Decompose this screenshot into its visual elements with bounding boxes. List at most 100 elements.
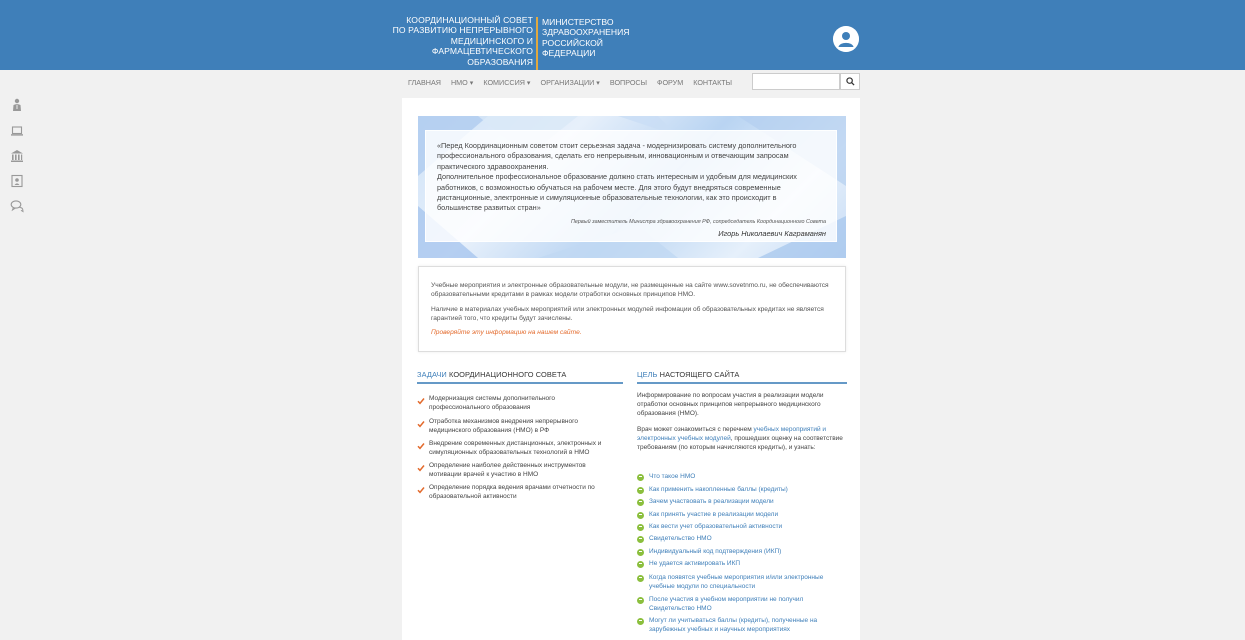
goal-title-rest: НАСТОЯЩЕГО САЙТА bbox=[657, 370, 740, 379]
arrow-bullet-icon bbox=[637, 524, 644, 531]
quote-banner: «Перед Координационным советом стоит сер… bbox=[418, 116, 846, 258]
task-text: Отработка механизмов внедрения непрерывн… bbox=[429, 418, 578, 434]
faq-link-text: Зачем участвовать в реализации модели bbox=[649, 498, 774, 505]
nav-item-organizations[interactable]: ОРГАНИЗАЦИИ ▾ bbox=[541, 78, 600, 87]
search-icon bbox=[845, 77, 855, 86]
faq-link[interactable]: Свидетельство НМО bbox=[637, 535, 849, 544]
checkmark-icon bbox=[417, 420, 425, 428]
faq-link[interactable]: Не удается активировать ИКП bbox=[637, 560, 849, 569]
arrow-bullet-icon bbox=[637, 499, 644, 506]
arrow-bullet-icon bbox=[637, 597, 644, 604]
doctor-icon[interactable] bbox=[10, 98, 24, 112]
tasks-title-accent: ЗАДАЧИ bbox=[417, 370, 447, 379]
task-item: Определение порядка ведения врачами отче… bbox=[417, 484, 617, 502]
chat-icon[interactable] bbox=[10, 199, 24, 213]
task-item: Внедрение современных дистанционных, эле… bbox=[417, 440, 617, 458]
task-text: Определение наиболее действенных инструм… bbox=[429, 462, 586, 478]
council-title[interactable]: КООРДИНАЦИОННЫЙ СОВЕТ ПО РАЗВИТИЮ НЕПРЕР… bbox=[293, 15, 533, 67]
certificate-icon[interactable] bbox=[10, 174, 24, 188]
nav-item-questions[interactable]: ВОПРОСЫ bbox=[610, 78, 647, 87]
quote-line: «Перед Координационным советом стоит сер… bbox=[437, 141, 797, 150]
task-item: Отработка механизмов внедрения непрерывн… bbox=[417, 418, 617, 436]
quote-line: работников, с возможностью обучаться на … bbox=[437, 182, 781, 192]
nav-menu: ГЛАВНАЯ НМО ▾ КОМИССИЯ ▾ ОРГАНИЗАЦИИ ▾ В… bbox=[408, 78, 740, 87]
tasks-title-rest: КООРДИНАЦИОННОГО СОВЕТА bbox=[446, 370, 567, 379]
arrow-bullet-icon bbox=[637, 561, 644, 568]
nav-item-nmo[interactable]: НМО ▾ bbox=[451, 78, 473, 87]
main-content: «Перед Координационным советом стоит сер… bbox=[402, 98, 860, 640]
faq-link-text: Могут ли учитываться баллы (кредиты), по… bbox=[649, 617, 818, 633]
site-header: КООРДИНАЦИОННЫЙ СОВЕТ ПО РАЗВИТИЮ НЕПРЕР… bbox=[0, 0, 1245, 70]
notice-box: Учебные мероприятия и электронные образо… bbox=[418, 266, 846, 352]
goal-title-accent: ЦЕЛЬ bbox=[637, 370, 658, 379]
checkmark-icon bbox=[417, 486, 425, 494]
council-line: ПО РАЗВИТИЮ НЕПРЕРЫВНОГО bbox=[392, 25, 533, 36]
ministry-line: ФЕДЕРАЦИИ bbox=[542, 48, 596, 59]
tasks-title-underline bbox=[417, 382, 623, 384]
quote-author-name: Игорь Николаевич Каграманян bbox=[718, 229, 826, 238]
ministry-title[interactable]: МИНИСТЕРСТВО ЗДРАВООХРАНЕНИЯ РОССИЙСКОЙ … bbox=[542, 17, 662, 59]
task-text: Модернизация системы дополнительного про… bbox=[429, 395, 556, 411]
quote-line: профессионального образования, сделать е… bbox=[437, 151, 789, 161]
faq-link-text: Когда появятся учебные мероприятия и/или… bbox=[649, 574, 824, 590]
task-item: Определение наиболее действенных инструм… bbox=[417, 462, 617, 480]
search-input[interactable] bbox=[752, 73, 840, 90]
user-avatar-icon[interactable] bbox=[833, 26, 859, 52]
checkmark-icon bbox=[417, 397, 425, 405]
quote-author-role: Первый заместитель Министра здравоохране… bbox=[570, 219, 826, 225]
arrow-bullet-icon bbox=[637, 474, 644, 481]
task-text: Определение порядка ведения врачами отче… bbox=[429, 484, 595, 500]
arrow-bullet-icon bbox=[637, 549, 644, 556]
council-line: МЕДИЦИНСКОГО И bbox=[450, 35, 533, 46]
faq-link[interactable]: Как применить накопленные баллы (кредиты… bbox=[637, 486, 849, 495]
checkmark-icon bbox=[417, 464, 425, 472]
faq-link[interactable]: Как принять участие в реализации модели bbox=[637, 511, 849, 520]
council-line: ОБРАЗОВАНИЯ bbox=[467, 56, 533, 67]
top-nav: ГЛАВНАЯ НМО ▾ КОМИССИЯ ▾ ОРГАНИЗАЦИИ ▾ В… bbox=[0, 70, 1245, 95]
goal-title: ЦЕЛЬ НАСТОЯЩЕГО САЙТА bbox=[637, 370, 739, 379]
quote-line: Дополнительное профессиональное образова… bbox=[437, 172, 797, 182]
faq-link[interactable]: После участия в учебном мероприятии не п… bbox=[637, 596, 849, 614]
faq-link-text: Не удается активировать ИКП bbox=[649, 560, 741, 567]
faq-link-text: Свидетельство НМО bbox=[649, 535, 712, 542]
ministry-line: ЗДРАВООХРАНЕНИЯ bbox=[542, 27, 630, 38]
goal-intro: Информирование по вопросам участия в реа… bbox=[637, 392, 824, 417]
faq-link[interactable]: Что такое НМО bbox=[637, 473, 849, 482]
checkmark-icon bbox=[417, 442, 425, 450]
faq-link[interactable]: Зачем участвовать в реализации модели bbox=[637, 498, 849, 507]
header-divider bbox=[536, 17, 538, 70]
faq-link-text: После участия в учебном мероприятии не п… bbox=[649, 596, 804, 612]
faq-link[interactable]: Индивидуальный код подтверждения (ИКП) bbox=[637, 548, 849, 557]
faq-link[interactable]: Могут ли учитываться баллы (кредиты), по… bbox=[637, 617, 849, 635]
nav-item-contacts[interactable]: КОНТАКТЫ bbox=[693, 78, 732, 87]
nav-item-home[interactable]: ГЛАВНАЯ bbox=[408, 78, 441, 87]
faq-link-text: Как применить накопленные баллы (кредиты… bbox=[649, 486, 788, 493]
quote-line: большинстве развитых стран» bbox=[437, 203, 541, 213]
faq-link-text: Индивидуальный код подтверждения (ИКП) bbox=[649, 548, 782, 555]
notice-paragraph: Учебные мероприятия и электронные образо… bbox=[431, 282, 829, 298]
ministry-line: РОССИЙСКОЙ bbox=[542, 37, 603, 48]
faq-link-text: Что такое НМО bbox=[649, 473, 696, 480]
faq-link[interactable]: Когда появятся учебные мероприятия и/или… bbox=[637, 574, 849, 592]
tasks-title: ЗАДАЧИ КООРДИНАЦИОННОГО СОВЕТА bbox=[417, 370, 566, 379]
quote-line: дистанционные, электронные и симуляционн… bbox=[437, 193, 777, 203]
council-line: КООРДИНАЦИОННЫЙ СОВЕТ bbox=[406, 15, 533, 25]
laptop-icon[interactable] bbox=[10, 124, 24, 138]
task-item: Модернизация системы дополнительного про… bbox=[417, 395, 617, 413]
faq-link-text: Как вести учет образовательной активност… bbox=[649, 523, 783, 530]
arrow-bullet-icon bbox=[637, 512, 644, 519]
arrow-bullet-icon bbox=[637, 487, 644, 494]
search-button[interactable] bbox=[840, 73, 860, 90]
goal-title-underline bbox=[637, 382, 847, 384]
institution-icon[interactable] bbox=[10, 149, 24, 163]
faq-link[interactable]: Как вести учет образовательной активност… bbox=[637, 523, 849, 532]
quote-text: «Перед Координационным советом стоит сер… bbox=[437, 141, 837, 214]
notice-paragraph: Наличие в материалах учебных мероприятий… bbox=[431, 306, 824, 322]
notice-check-link[interactable]: Проверяйте эту информацию на нашем сайте… bbox=[431, 328, 831, 337]
quote-line: практического здравоохранения. bbox=[437, 161, 549, 171]
ministry-line: МИНИСТЕРСТВО bbox=[542, 17, 614, 27]
nav-item-commission[interactable]: КОМИССИЯ ▾ bbox=[483, 78, 530, 87]
goal-doctor-pre: Врач может ознакомиться с перечнем bbox=[637, 426, 754, 433]
nav-item-forum[interactable]: ФОРУМ bbox=[657, 78, 683, 87]
quote-panel: «Перед Координационным советом стоит сер… bbox=[425, 130, 837, 242]
